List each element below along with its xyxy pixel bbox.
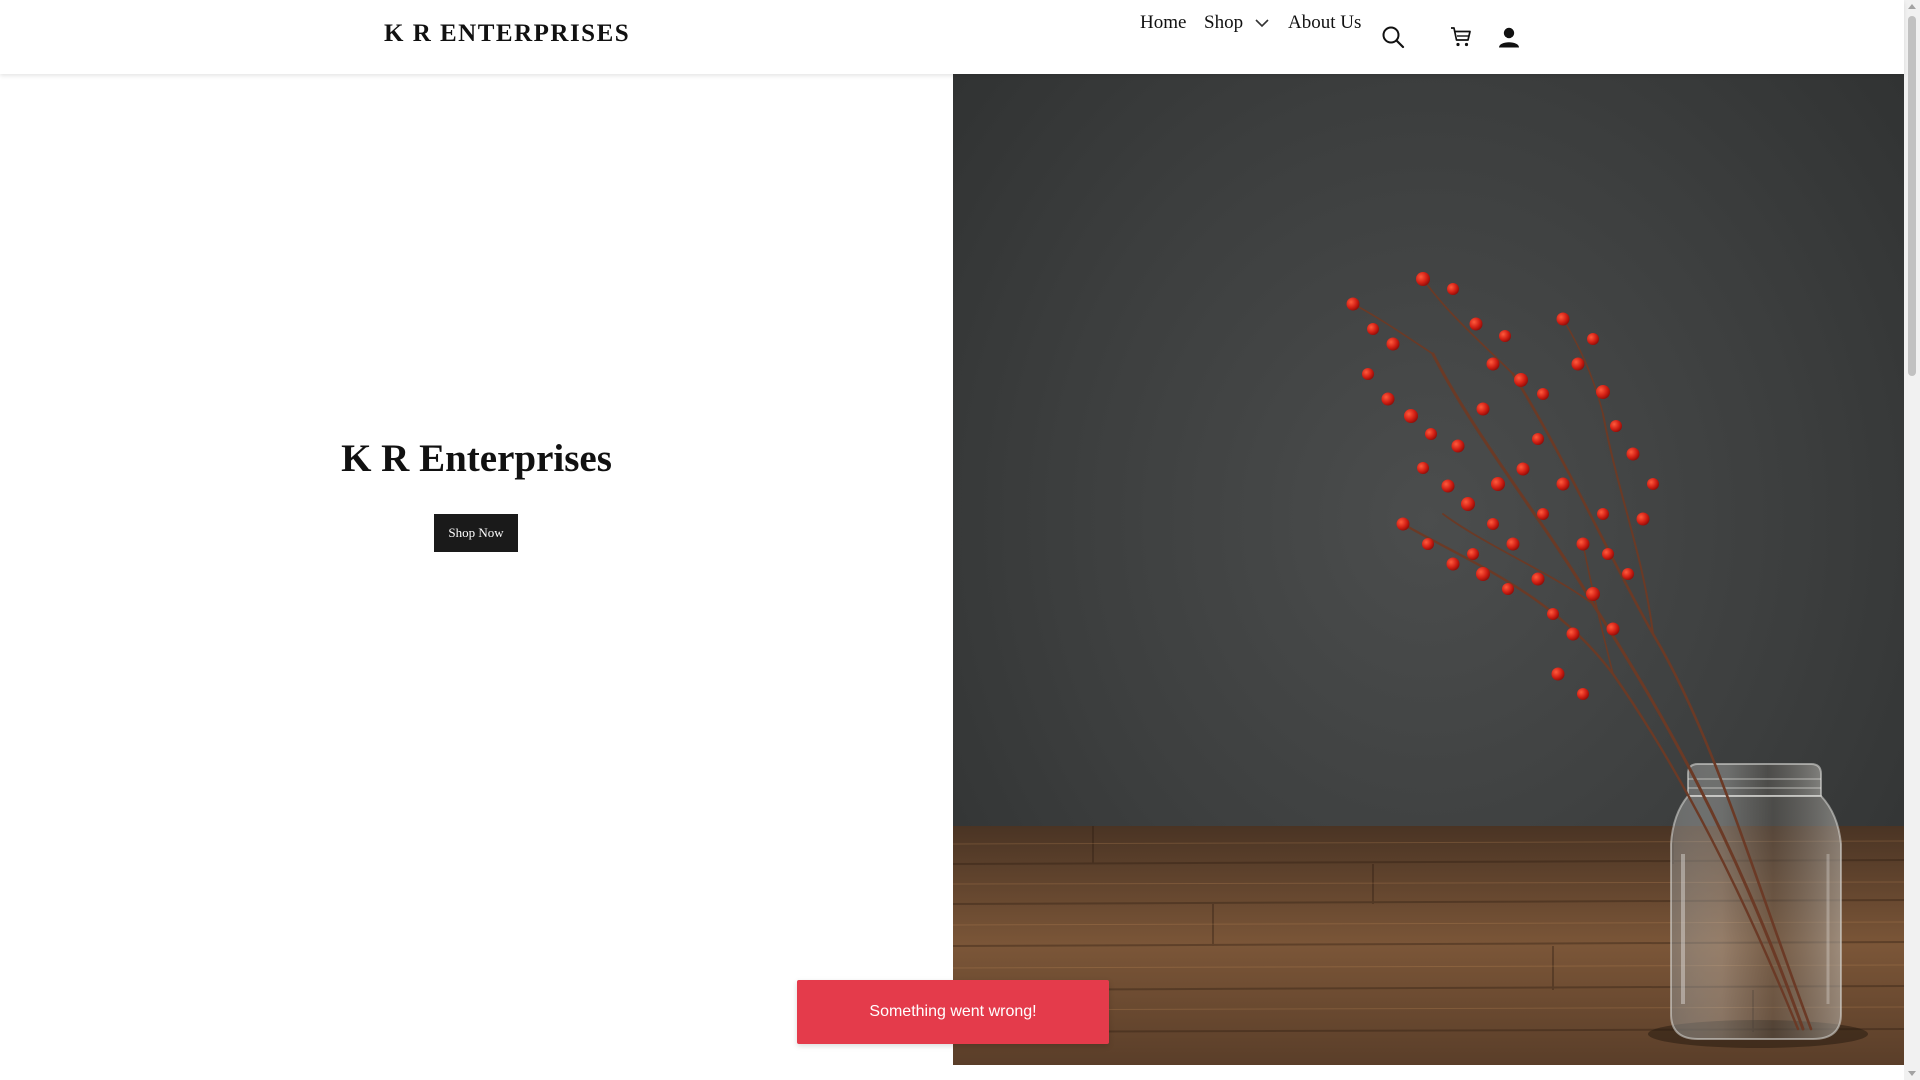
scroll-up-icon[interactable]	[1908, 4, 1916, 9]
hero-title: K R Enterprises	[341, 437, 612, 480]
cart-icon[interactable]	[1447, 23, 1475, 51]
hero-text-panel	[0, 74, 953, 1064]
page: K R ENTERPRISES Home Shop About Us K R E…	[0, 0, 1904, 1080]
nav-shop-label: Shop	[1204, 12, 1244, 33]
page-scrollbar[interactable]	[1904, 0, 1920, 1080]
nav-about-link[interactable]: About Us	[1288, 12, 1361, 34]
shop-now-button[interactable]: Shop Now	[434, 514, 518, 552]
nav-home-link[interactable]: Home	[1140, 12, 1186, 34]
scroll-thumb[interactable]	[1908, 16, 1916, 376]
brand-logo[interactable]: K R ENTERPRISES	[384, 20, 630, 48]
account-icon[interactable]	[1495, 23, 1523, 51]
error-toast: Something went wrong!	[797, 980, 1109, 1044]
search-icon[interactable]	[1379, 23, 1407, 51]
site-header: K R ENTERPRISES Home Shop About Us	[0, 0, 1904, 74]
nav-shop-link[interactable]: Shop	[1204, 12, 1269, 34]
hero-image	[953, 74, 1904, 1065]
chevron-down-icon[interactable]	[1255, 18, 1269, 28]
scroll-down-icon[interactable]	[1908, 1071, 1916, 1076]
